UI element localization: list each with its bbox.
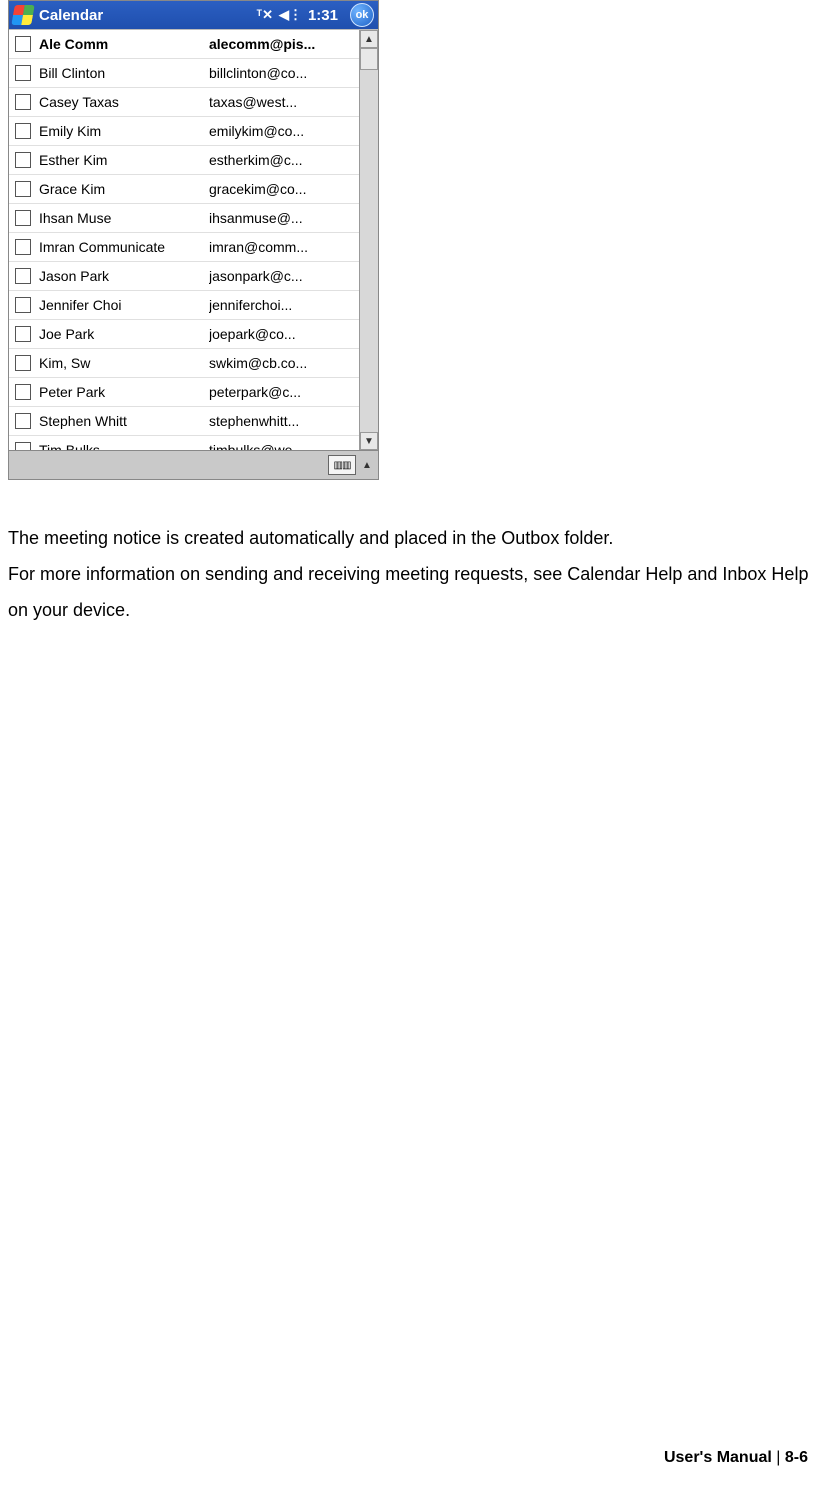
scroll-track[interactable] — [360, 70, 378, 432]
contact-name: Joe Park — [39, 326, 209, 342]
contact-row[interactable]: Kim, Swswkim@cb.co... — [9, 349, 359, 378]
doc-line-2: For more information on sending and rece… — [8, 556, 810, 628]
contact-checkbox[interactable] — [15, 355, 31, 371]
contact-name: Jason Park — [39, 268, 209, 284]
contact-checkbox[interactable] — [15, 413, 31, 429]
contact-email: jasonpark@c... — [209, 268, 359, 284]
device-screenshot: Calendar ᵀ✕ ◀⋮ 1:31 ok Ale Commalecomm@p… — [8, 0, 379, 480]
contact-email: timbulks@we... — [209, 442, 359, 450]
contact-name: Jennifer Choi — [39, 297, 209, 313]
scroll-down-button[interactable]: ▼ — [360, 432, 378, 450]
contact-row[interactable]: Esther Kimestherkim@c... — [9, 146, 359, 175]
contact-email: billclinton@co... — [209, 65, 359, 81]
contact-name: Ale Comm — [39, 36, 209, 52]
contact-name: Esther Kim — [39, 152, 209, 168]
signal-off-icon[interactable]: ᵀ✕ — [256, 7, 273, 23]
input-menu-button[interactable]: ▲ — [360, 456, 374, 474]
contact-email: estherkim@c... — [209, 152, 359, 168]
start-menu-icon[interactable] — [11, 5, 35, 25]
ok-button-label: ok — [356, 9, 369, 21]
app-title: Calendar — [39, 7, 103, 24]
contact-checkbox[interactable] — [15, 94, 31, 110]
contact-row[interactable]: Bill Clintonbillclinton@co... — [9, 59, 359, 88]
contact-row[interactable]: Joe Parkjoepark@co... — [9, 320, 359, 349]
footer-manual: User's Manual — [664, 1449, 772, 1466]
contact-row[interactable]: Grace Kimgracekim@co... — [9, 175, 359, 204]
contact-email: imran@comm... — [209, 239, 359, 255]
scroll-thumb[interactable] — [360, 48, 378, 70]
document-body: The meeting notice is created automatica… — [8, 520, 810, 628]
title-bar: Calendar ᵀ✕ ◀⋮ 1:31 ok — [9, 1, 378, 29]
contact-name: Tim Bulks — [39, 442, 209, 450]
contact-email: emilykim@co... — [209, 123, 359, 139]
contact-email: peterpark@c... — [209, 384, 359, 400]
contact-row[interactable]: Emily Kimemilykim@co... — [9, 117, 359, 146]
contact-row[interactable]: Casey Taxastaxas@west... — [9, 88, 359, 117]
contact-checkbox[interactable] — [15, 442, 31, 450]
contact-email: swkim@cb.co... — [209, 355, 359, 371]
contact-checkbox[interactable] — [15, 326, 31, 342]
bottom-bar: ▥▥ ▲ — [9, 450, 378, 479]
contact-row[interactable]: Tim Bulkstimbulks@we... — [9, 436, 359, 450]
footer-separator: | — [776, 1449, 780, 1466]
scrollbar[interactable]: ▲ ▼ — [359, 30, 378, 450]
contact-name: Emily Kim — [39, 123, 209, 139]
contact-checkbox[interactable] — [15, 384, 31, 400]
contact-name: Kim, Sw — [39, 355, 209, 371]
contact-checkbox[interactable] — [15, 36, 31, 52]
ok-button[interactable]: ok — [350, 3, 374, 27]
contact-email: alecomm@pis... — [209, 36, 359, 52]
contact-name: Imran Communicate — [39, 239, 209, 255]
contact-name: Stephen Whitt — [39, 413, 209, 429]
contact-checkbox[interactable] — [15, 239, 31, 255]
contact-row[interactable]: Ale Commalecomm@pis... — [9, 30, 359, 59]
contact-checkbox[interactable] — [15, 268, 31, 284]
contact-email: gracekim@co... — [209, 181, 359, 197]
footer-page-number: 8-6 — [785, 1449, 808, 1466]
contact-row[interactable]: Imran Communicateimran@comm... — [9, 233, 359, 262]
contact-checkbox[interactable] — [15, 181, 31, 197]
contact-name: Peter Park — [39, 384, 209, 400]
doc-line-1: The meeting notice is created automatica… — [8, 520, 810, 556]
page-footer: User's Manual | 8-6 — [664, 1449, 808, 1467]
contact-row[interactable]: Jason Parkjasonpark@c... — [9, 262, 359, 291]
contact-row[interactable]: Ihsan Museihsanmuse@... — [9, 204, 359, 233]
contact-email: ihsanmuse@... — [209, 210, 359, 226]
contact-list[interactable]: Ale Commalecomm@pis...Bill Clintonbillcl… — [9, 30, 359, 450]
contact-email: stephenwhitt... — [209, 413, 359, 429]
contact-row[interactable]: Peter Parkpeterpark@c... — [9, 378, 359, 407]
contact-checkbox[interactable] — [15, 65, 31, 81]
contact-name: Bill Clinton — [39, 65, 209, 81]
scroll-up-button[interactable]: ▲ — [360, 30, 378, 48]
contact-checkbox[interactable] — [15, 297, 31, 313]
contact-list-area: Ale Commalecomm@pis...Bill Clintonbillcl… — [9, 29, 378, 450]
contact-email: joepark@co... — [209, 326, 359, 342]
contact-row[interactable]: Jennifer Choijenniferchoi... — [9, 291, 359, 320]
contact-name: Grace Kim — [39, 181, 209, 197]
clock[interactable]: 1:31 — [308, 7, 338, 24]
contact-checkbox[interactable] — [15, 123, 31, 139]
keyboard-icon[interactable]: ▥▥ — [328, 455, 356, 475]
contact-name: Ihsan Muse — [39, 210, 209, 226]
contact-name: Casey Taxas — [39, 94, 209, 110]
contact-checkbox[interactable] — [15, 210, 31, 226]
volume-icon[interactable]: ◀⋮ — [279, 7, 302, 23]
contact-row[interactable]: Stephen Whittstephenwhitt... — [9, 407, 359, 436]
contact-checkbox[interactable] — [15, 152, 31, 168]
contact-email: jenniferchoi... — [209, 297, 359, 313]
contact-email: taxas@west... — [209, 94, 359, 110]
